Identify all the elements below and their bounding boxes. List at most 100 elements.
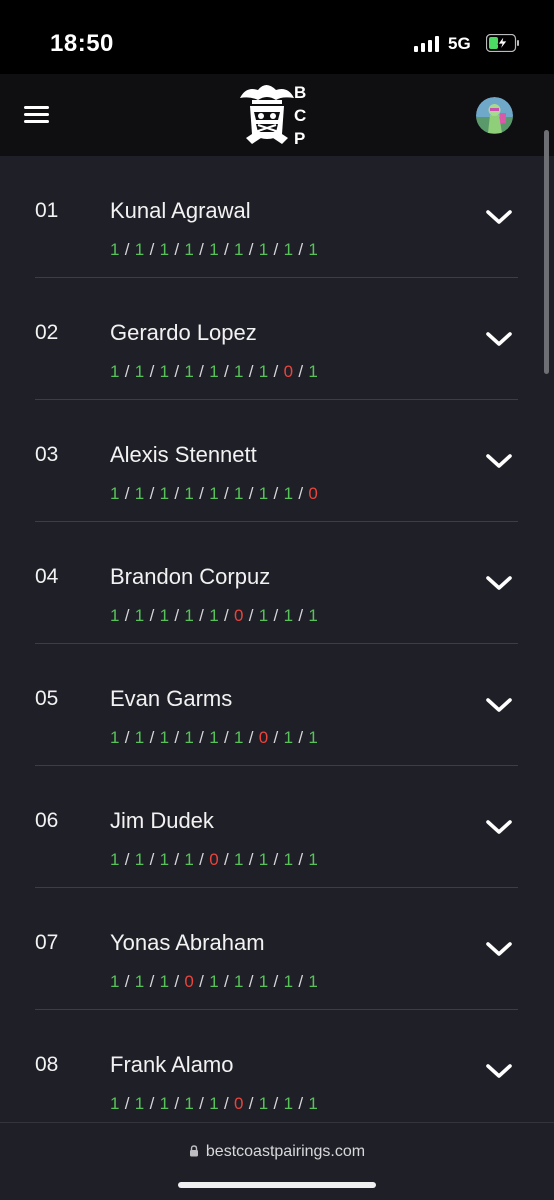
round-win: 1	[283, 728, 294, 747]
result-separator: /	[199, 362, 205, 381]
round-loss: 0	[209, 850, 219, 869]
result-separator: /	[273, 484, 279, 503]
result-separator: /	[273, 362, 279, 381]
result-separator: /	[174, 850, 180, 869]
status-time: 18:50	[50, 30, 114, 57]
result-separator: /	[124, 240, 130, 259]
round-loss: 0	[184, 972, 195, 991]
round-win: 1	[184, 728, 195, 747]
result-separator: /	[199, 240, 205, 259]
player-row[interactable]: 01 Kunal Agrawal 1/1/1/1/1/1/1/1/1	[0, 156, 554, 278]
round-win: 1	[258, 240, 269, 259]
player-row[interactable]: 04 Brandon Corpuz 1/1/1/1/1/0/1/1/1	[0, 522, 554, 644]
scrollbar[interactable]	[544, 130, 549, 374]
result-separator: /	[199, 484, 205, 503]
round-win: 1	[134, 362, 145, 381]
browser-url-bar[interactable]: bestcoastpairings.com	[0, 1122, 554, 1200]
round-win: 1	[308, 850, 319, 869]
signal-icon	[414, 36, 440, 52]
home-indicator[interactable]	[178, 1182, 376, 1188]
result-separator: /	[149, 1094, 155, 1113]
round-loss: 0	[308, 484, 319, 503]
round-win: 1	[184, 240, 195, 259]
round-win: 1	[184, 362, 195, 381]
chevron-down-icon[interactable]	[484, 328, 514, 350]
chevron-down-icon[interactable]	[484, 206, 514, 228]
round-loss: 0	[233, 606, 244, 625]
result-separator: /	[248, 850, 254, 869]
player-row[interactable]: 03 Alexis Stennett 1/1/1/1/1/1/1/1/0	[0, 400, 554, 522]
round-win: 1	[159, 728, 170, 747]
round-win: 1	[209, 1094, 219, 1113]
round-win: 1	[283, 972, 294, 991]
round-loss: 0	[258, 728, 269, 747]
player-name[interactable]: Yonas Abraham	[110, 930, 265, 956]
result-separator: /	[298, 1094, 304, 1113]
result-separator: /	[174, 606, 180, 625]
result-separator: /	[149, 362, 155, 381]
result-separator: /	[248, 240, 254, 259]
round-win: 1	[308, 728, 319, 747]
round-loss: 0	[233, 1094, 244, 1113]
player-name[interactable]: Kunal Agrawal	[110, 198, 251, 224]
result-separator: /	[199, 972, 205, 991]
chevron-down-icon[interactable]	[484, 450, 514, 472]
round-win: 1	[134, 484, 145, 503]
round-results: 1/1/1/1/1/1/0/1/1	[110, 728, 318, 748]
player-row[interactable]: 06 Jim Dudek 1/1/1/1/0/1/1/1/1	[0, 766, 554, 888]
player-name[interactable]: Gerardo Lopez	[110, 320, 257, 346]
player-rank: 03	[35, 443, 59, 466]
chevron-down-icon[interactable]	[484, 694, 514, 716]
result-separator: /	[223, 484, 229, 503]
result-separator: /	[124, 972, 130, 991]
chevron-down-icon[interactable]	[484, 572, 514, 594]
result-separator: /	[149, 240, 155, 259]
round-results: 1/1/1/1/1/0/1/1/1	[110, 1094, 318, 1114]
result-separator: /	[298, 972, 304, 991]
player-name[interactable]: Alexis Stennett	[110, 442, 257, 468]
chevron-down-icon[interactable]	[484, 816, 514, 838]
player-row[interactable]: 08 Frank Alamo 1/1/1/1/1/0/1/1/1	[0, 1010, 554, 1132]
user-avatar-icon[interactable]	[476, 97, 513, 134]
player-rank: 01	[35, 199, 59, 222]
result-separator: /	[248, 362, 254, 381]
chevron-down-icon[interactable]	[484, 1060, 514, 1082]
round-win: 1	[233, 240, 244, 259]
app-screen: 18:50 5G B C P 01 Kunal Agrawal 1 / 1 / …	[0, 0, 554, 1200]
round-win: 1	[159, 606, 170, 625]
result-separator: /	[273, 728, 279, 747]
bcp-pirate-logo-icon[interactable]: B C P	[236, 78, 318, 152]
result-separator: /	[174, 728, 180, 747]
result-separator: /	[298, 850, 304, 869]
round-win: 1	[159, 362, 170, 381]
result-separator: /	[149, 972, 155, 991]
player-row[interactable]: 05 Evan Garms 1/1/1/1/1/1/0/1/1	[0, 644, 554, 766]
result-separator: /	[273, 1094, 279, 1113]
player-row[interactable]: 02 Gerardo Lopez 1/1/1/1/1/1/1/0/1	[0, 278, 554, 400]
round-win: 1	[258, 1094, 269, 1113]
round-win: 1	[110, 972, 120, 991]
result-separator: /	[223, 606, 229, 625]
result-separator: /	[248, 1094, 254, 1113]
result-separator: /	[273, 972, 279, 991]
player-name[interactable]: Frank Alamo	[110, 1052, 234, 1078]
url-display[interactable]: bestcoastpairings.com	[0, 1143, 554, 1161]
result-separator: /	[248, 606, 254, 625]
player-name[interactable]: Jim Dudek	[110, 808, 214, 834]
round-win: 1	[258, 972, 269, 991]
hamburger-menu-icon[interactable]	[24, 102, 50, 126]
player-row[interactable]: 07 Yonas Abraham 1/1/1/0/1/1/1/1/1	[0, 888, 554, 1010]
result-separator: /	[124, 484, 130, 503]
round-results: 1/1/1/0/1/1/1/1/1	[110, 972, 318, 992]
result-separator: /	[273, 240, 279, 259]
chevron-down-icon[interactable]	[484, 938, 514, 960]
round-win: 1	[134, 850, 145, 869]
round-win: 1	[283, 606, 294, 625]
url-text: bestcoastpairings.com	[205, 1143, 366, 1160]
player-name[interactable]: Evan Garms	[110, 686, 232, 712]
round-loss: 0	[283, 362, 294, 381]
round-win: 1	[283, 850, 294, 869]
result-separator: /	[298, 606, 304, 625]
player-name[interactable]: Brandon Corpuz	[110, 564, 270, 590]
result-separator: /	[223, 1094, 229, 1113]
